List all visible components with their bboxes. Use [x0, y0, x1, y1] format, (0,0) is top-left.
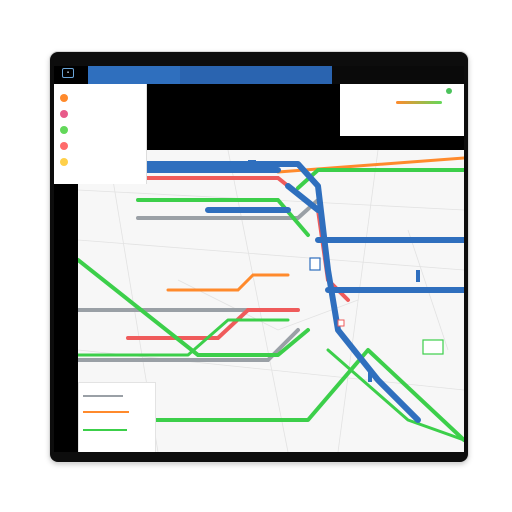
legend-swatch-green — [83, 429, 127, 431]
map-legend — [78, 382, 156, 452]
map-app-icon[interactable]: ▪ — [62, 68, 74, 78]
tablet-device: ▪ — [50, 52, 468, 462]
gear-icon — [60, 94, 68, 102]
sidebar-item-4[interactable] — [60, 158, 140, 168]
route-progress-bar — [396, 101, 442, 104]
top-toolbar-right — [332, 66, 464, 84]
sidebar-item-2[interactable] — [60, 126, 140, 136]
station-north[interactable] — [248, 160, 256, 168]
station-central[interactable] — [309, 257, 321, 271]
app-screen: ▪ — [54, 66, 464, 452]
sidebar-item-0[interactable] — [60, 94, 140, 104]
station-transfer[interactable] — [337, 319, 345, 327]
station-southeast[interactable] — [422, 339, 444, 355]
legend-swatch-orange — [83, 411, 129, 413]
star-icon — [60, 158, 68, 166]
top-toolbar-left[interactable] — [88, 66, 180, 84]
top-toolbar-center — [180, 66, 332, 84]
bus-icon — [60, 142, 68, 150]
status-dot-icon — [446, 88, 452, 94]
legend-swatch-gray — [83, 395, 123, 397]
pin-icon — [60, 110, 68, 118]
sidebar-item-3[interactable] — [60, 142, 140, 152]
sidebar-item-1[interactable] — [60, 110, 140, 120]
station-east[interactable] — [416, 270, 420, 282]
route-info-panel[interactable] — [340, 84, 464, 136]
sidebar-panel — [54, 84, 147, 184]
station-south[interactable] — [368, 368, 372, 382]
layers-icon — [60, 126, 68, 134]
